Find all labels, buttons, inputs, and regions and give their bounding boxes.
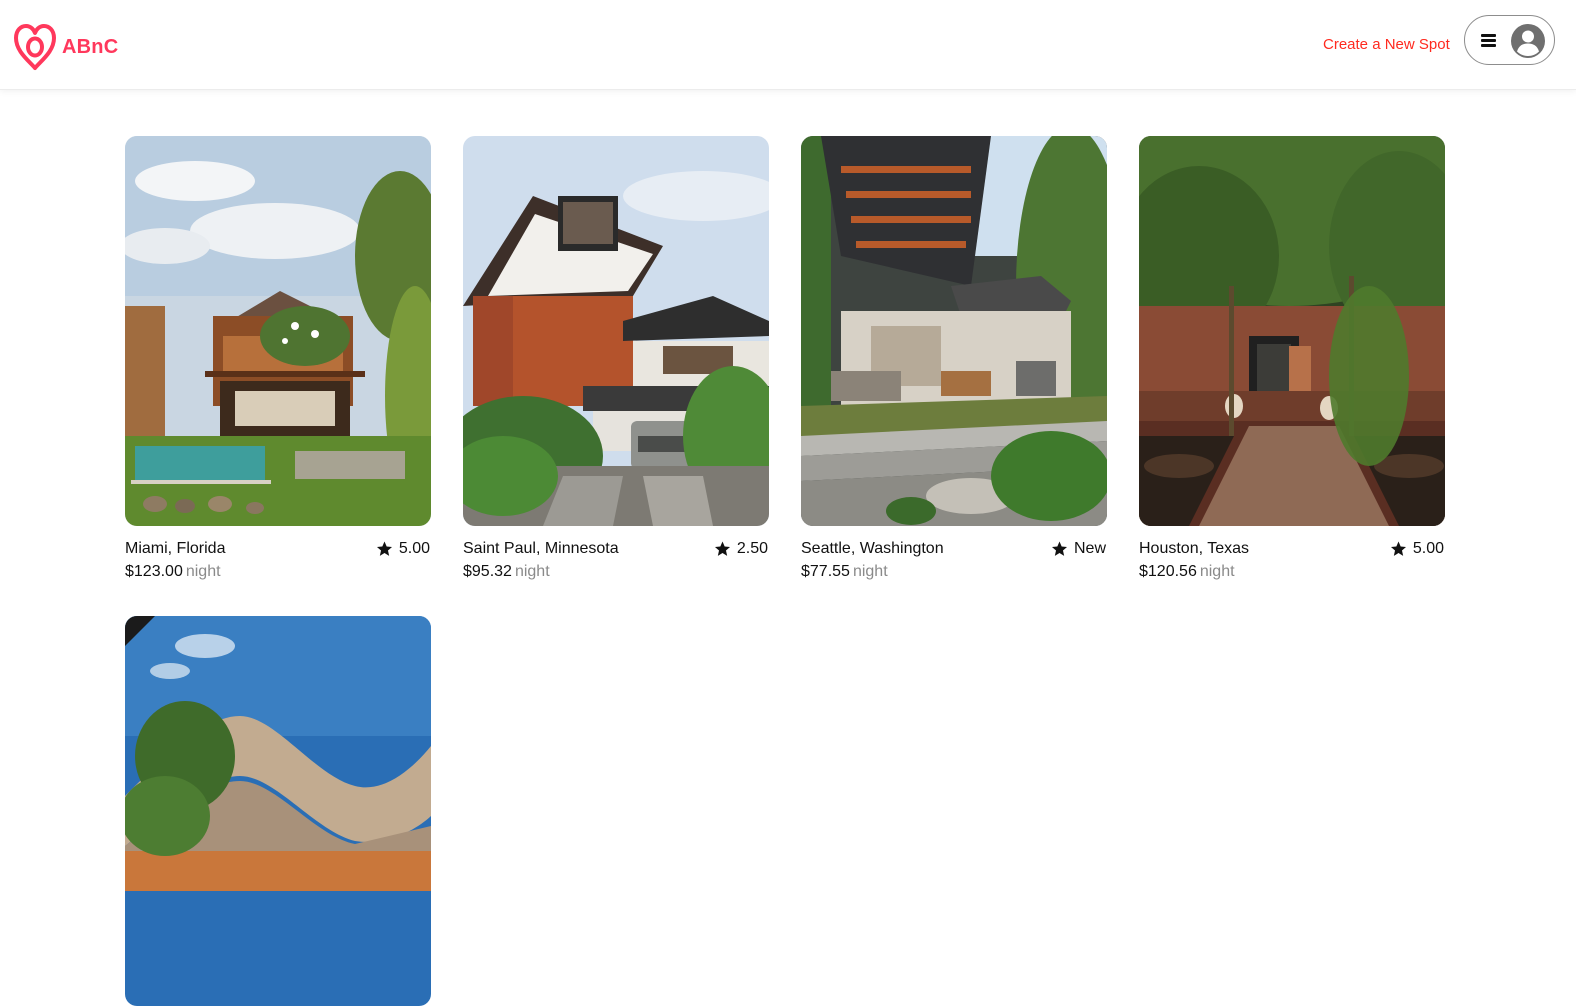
spot-location: Houston, Texas [1139,540,1249,557]
price-unit: night [185,563,221,580]
spot-card[interactable] [125,616,431,1006]
spot-location: Seattle, Washington [801,540,944,557]
star-icon [1051,541,1067,556]
spot-card[interactable]: Houston, Texas 5.00 $120.56 night [1139,136,1445,581]
profile-menu-button[interactable] [1464,15,1555,65]
star-icon [376,541,392,556]
rating-value: 5.00 [1412,540,1444,557]
spot-image[interactable] [125,136,431,526]
rating-value: 2.50 [736,540,768,557]
spot-price: $77.55 [801,563,850,580]
heart-logo-icon [14,24,56,70]
spot-image[interactable] [463,136,769,526]
spot-rating: 2.50 [714,540,768,558]
spot-location: Miami, Florida [125,540,226,557]
modern-house-with-carport [463,136,769,526]
star-icon [714,541,730,556]
spot-price: $95.32 [463,563,512,580]
spot-image[interactable] [801,136,1107,526]
brand-name: ABnC [62,35,119,58]
spot-card[interactable]: Miami, Florida 5.00 $123.00 night [125,136,431,581]
spot-price: $120.56 [1139,563,1197,580]
brick-courtyard-with-trees [1139,136,1445,526]
tropical-villa-with-pool [125,136,431,526]
spot-image[interactable] [125,616,431,1006]
spot-card[interactable]: Saint Paul, Minnesota 2.50 $95.32 night [463,136,769,581]
spot-card[interactable]: Seattle, Washington New $77.55 night [801,136,1107,581]
spot-rating: New [1051,540,1106,558]
price-unit: night [852,563,888,580]
spot-rating: 5.00 [376,540,430,558]
hamburger-menu-icon [1481,34,1496,47]
curved-roof-modern-house [125,616,431,1006]
price-unit: night [514,563,550,580]
price-unit: night [1199,563,1235,580]
top-nav-bar: ABnC Create a New Spot [0,0,1576,90]
spot-image[interactable] [1139,136,1445,526]
spot-price: $123.00 [125,563,183,580]
spot-location: Saint Paul, Minnesota [463,540,619,557]
spot-rating: 5.00 [1390,540,1444,558]
open-patio-with-steel-pergola [801,136,1107,526]
rating-value: 5.00 [398,540,430,557]
star-icon [1390,541,1406,556]
user-avatar-icon [1511,24,1545,58]
rating-value: New [1073,540,1106,557]
create-new-spot-link[interactable]: Create a New Spot [1323,36,1450,53]
home-logo-link[interactable]: ABnC [13,23,118,71]
